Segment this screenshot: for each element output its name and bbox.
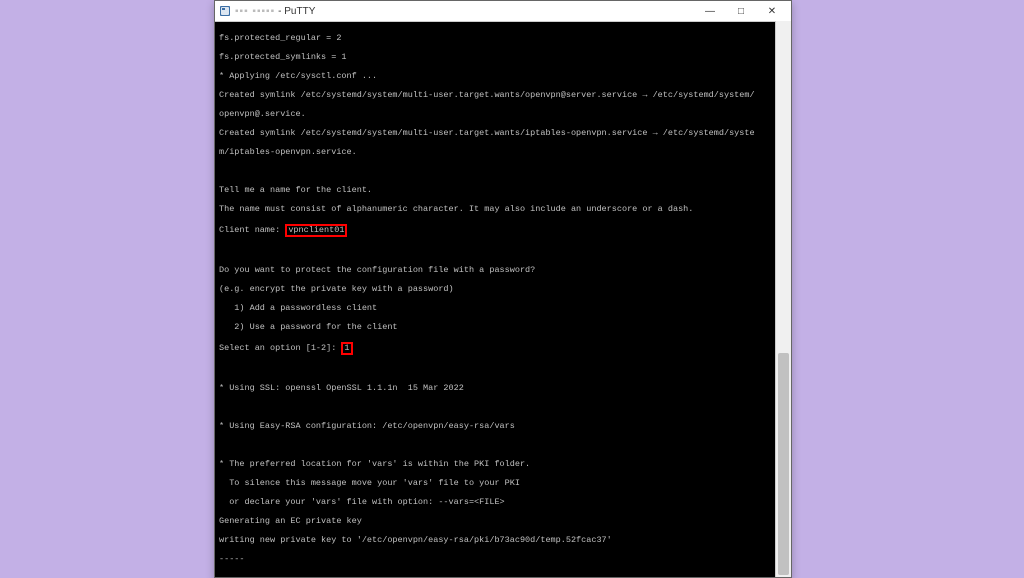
app-icon — [219, 5, 231, 17]
term-line — [219, 247, 787, 257]
term-line: Created symlink /etc/systemd/system/mult… — [219, 91, 787, 101]
term-line: openvpn@.service. — [219, 110, 787, 120]
term-line: fs.protected_symlinks = 1 — [219, 53, 787, 63]
titlebar[interactable]: ▪▪▪ ▪▪▪▪▪ - PuTTY — □ ✕ — [215, 1, 791, 22]
term-line: Created symlink /etc/systemd/system/mult… — [219, 129, 787, 139]
term-line: To silence this message move your 'vars'… — [219, 479, 787, 489]
maximize-button[interactable]: □ — [725, 2, 756, 20]
term-line — [219, 574, 787, 578]
term-line — [219, 365, 787, 375]
term-line: * The preferred location for 'vars' is w… — [219, 460, 787, 470]
option-highlight: 1 — [341, 342, 352, 356]
putty-window: ▪▪▪ ▪▪▪▪▪ - PuTTY — □ ✕ fs.protected_reg… — [214, 0, 792, 578]
term-line: * Using SSL: openssl OpenSSL 1.1.1n 15 M… — [219, 384, 787, 394]
term-line: (e.g. encrypt the private key with a pas… — [219, 285, 787, 295]
term-line: 2) Use a password for the client — [219, 323, 787, 333]
term-line: ----- — [219, 555, 787, 565]
term-line: fs.protected_regular = 2 — [219, 34, 787, 44]
term-line: m/iptables-openvpn.service. — [219, 148, 787, 158]
minimize-button[interactable]: — — [694, 2, 725, 20]
term-line — [219, 441, 787, 451]
client-name-highlight: vpnclient01 — [285, 224, 347, 238]
term-line: The name must consist of alphanumeric ch… — [219, 205, 787, 215]
close-button[interactable]: ✕ — [756, 2, 787, 20]
titlebar-title: ▪▪▪ ▪▪▪▪▪ - PuTTY — [235, 6, 694, 17]
term-line: 1) Add a passwordless client — [219, 304, 787, 314]
term-line: * Applying /etc/sysctl.conf ... — [219, 72, 787, 82]
term-line: writing new private key to '/etc/openvpn… — [219, 536, 787, 546]
term-line: Generating an EC private key — [219, 517, 787, 527]
terminal-output[interactable]: fs.protected_regular = 2 fs.protected_sy… — [215, 22, 791, 577]
term-line — [219, 403, 787, 413]
term-line: Do you want to protect the configuration… — [219, 266, 787, 276]
term-line — [219, 167, 787, 177]
term-line: Client name: vpnclient01 — [219, 224, 787, 238]
term-line: Tell me a name for the client. — [219, 186, 787, 196]
term-line: * Using Easy-RSA configuration: /etc/ope… — [219, 422, 787, 432]
term-line: Select an option [1-2]: 1 — [219, 342, 787, 356]
scrollbar[interactable] — [775, 21, 791, 577]
term-line: or declare your 'vars' file with option:… — [219, 498, 787, 508]
scrollbar-thumb[interactable] — [778, 353, 789, 575]
